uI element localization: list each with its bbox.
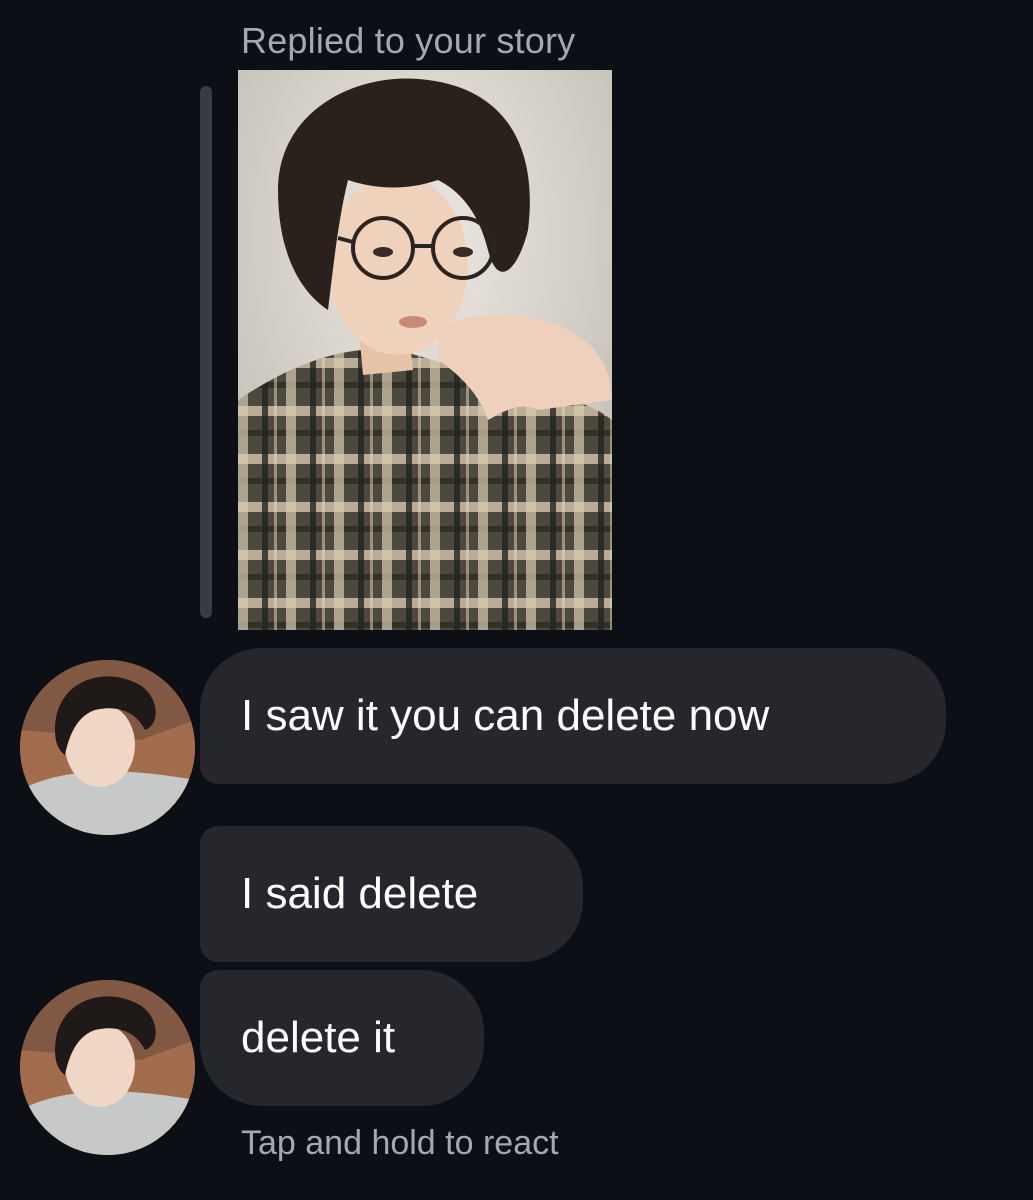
story-photo-illustration <box>238 70 612 630</box>
message-bubble[interactable]: delete it <box>200 970 484 1106</box>
message-text: I said delete <box>241 869 479 918</box>
message-bubble[interactable]: I saw it you can delete now <box>200 648 946 784</box>
message-text: I saw it you can delete now <box>241 691 770 740</box>
react-hint: Tap and hold to react <box>241 1124 559 1162</box>
sender-avatar[interactable] <box>20 980 195 1155</box>
sender-avatar[interactable] <box>20 660 195 835</box>
avatar-illustration <box>20 980 195 1155</box>
story-photo[interactable] <box>238 70 612 630</box>
avatar-illustration <box>20 660 195 835</box>
story-reply-label: Replied to your story <box>241 20 576 61</box>
message-bubble[interactable]: I said delete <box>200 826 583 962</box>
reply-indicator-bar <box>200 86 212 618</box>
message-text: delete it <box>241 1013 396 1062</box>
